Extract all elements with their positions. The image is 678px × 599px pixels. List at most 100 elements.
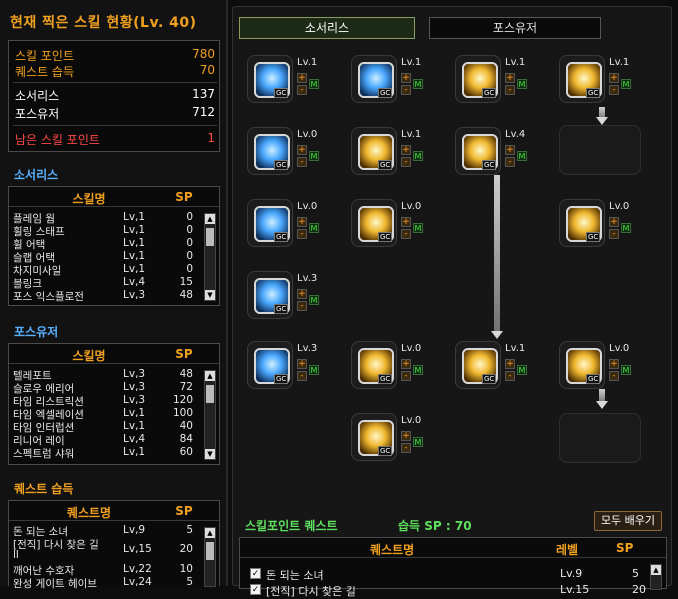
plus-button[interactable]: + [505,73,515,83]
minus-button[interactable]: - [505,371,515,381]
plus-button[interactable]: + [505,359,515,369]
minus-button[interactable]: - [505,157,515,167]
minus-button[interactable]: - [401,157,411,167]
list-header: 퀘스트명 SP [9,501,219,521]
sorceress-skill-list: 스킬명 SP 플레임 웜 Lv,1 0 휠링 스태프 Lv,1 0 휠 어택 Lv,1 0 … [8,186,220,306]
list-item: 플레임 웜 Lv,1 0 [13,211,193,225]
scrollbar[interactable]: ▲ [204,527,216,587]
stat-value: 780 [192,47,215,61]
master-button[interactable]: M [517,365,527,375]
minus-button[interactable]: - [609,229,619,239]
skill-node: GC Lv.0 + - M [247,127,335,177]
plus-button[interactable]: + [505,145,515,155]
plus-button[interactable]: + [297,217,307,227]
list-item: 슬로우 에리어 Lv,3 72 [13,381,193,395]
table-row: ✓ [전직] 다시 찾은 길 Lv.15 20 [240,582,666,598]
plus-button[interactable]: + [609,73,619,83]
plus-button[interactable]: + [297,73,307,83]
list-item: 돈 되는 소녀 Lv,9 5 [13,524,193,538]
col-skill-name: 스킬명 [72,349,106,363]
plus-button[interactable]: + [609,359,619,369]
skill-node: GC Lv.0 + - M [351,199,439,249]
plus-button[interactable]: + [297,289,307,299]
master-button[interactable]: M [309,223,319,233]
stat-label: 소서리스 [15,89,60,103]
plus-button[interactable]: + [609,217,619,227]
arrow-down-icon [596,117,608,125]
scrollbar[interactable]: ▲ ▼ [204,213,216,301]
table-header: 퀘스트명 레벨 SP [240,538,666,558]
col-quest-name: 퀘스트명 [370,543,415,557]
quest-checkbox[interactable]: ✓ [250,568,261,579]
scroll-thumb[interactable] [206,385,214,403]
scrollbar[interactable]: ▲ ▼ [204,370,216,460]
minus-button[interactable]: - [297,301,307,311]
master-button[interactable]: M [309,295,319,305]
minus-button[interactable]: - [505,85,515,95]
master-button[interactable]: M [621,79,631,89]
master-button[interactable]: M [413,437,423,447]
master-button[interactable]: M [413,365,423,375]
scroll-down-icon[interactable]: ▼ [205,290,215,300]
master-button[interactable]: M [309,79,319,89]
stat-label: 남은 스킬 포인트 [15,133,100,147]
plus-button[interactable]: + [401,145,411,155]
gc-badge: GC [274,160,289,170]
skill-level: Lv.0 [609,201,630,212]
skill-node: GC Lv.0 + - M [351,413,439,463]
stat-value: 712 [192,105,215,119]
minus-button[interactable]: - [297,229,307,239]
master-button[interactable]: M [413,151,423,161]
scroll-up-icon[interactable]: ▲ [205,371,215,381]
minus-button[interactable]: - [401,85,411,95]
scroll-up-icon[interactable]: ▲ [205,214,215,224]
master-button[interactable]: M [309,365,319,375]
minus-button[interactable]: - [609,371,619,381]
master-button[interactable]: M [413,79,423,89]
skill-node: GC Lv.0 + - M [559,341,647,391]
gc-badge: GC [482,374,497,384]
plus-button[interactable]: + [401,431,411,441]
scroll-thumb[interactable] [206,228,214,246]
master-button[interactable]: M [309,151,319,161]
minus-button[interactable]: - [609,85,619,95]
minus-button[interactable]: - [297,85,307,95]
minus-button[interactable]: - [401,229,411,239]
scroll-thumb[interactable] [206,542,214,560]
divider [13,82,217,83]
list-item: 포스 익스플로전 Lv,3 48 [13,289,193,303]
tab-force-user[interactable]: 포스유저 [429,17,601,39]
list-item: 깨어난 수호자 Lv,22 10 [13,563,193,577]
learn-all-button[interactable]: 모두 배우기 [594,511,662,531]
quest-name: 돈 되는 소녀 [266,569,324,582]
plus-button[interactable]: + [401,217,411,227]
col-quest-name: 퀘스트명 [66,506,112,520]
scroll-up-icon[interactable]: ▲ [205,528,215,538]
plus-button[interactable]: + [297,359,307,369]
plus-button[interactable]: + [401,359,411,369]
scroll-up-icon[interactable]: ▲ [651,565,661,575]
minus-button[interactable]: - [401,443,411,453]
minus-button[interactable]: - [297,371,307,381]
quest-level: Lv.9 [560,567,583,580]
minus-button[interactable]: - [297,157,307,167]
plus-button[interactable]: + [401,73,411,83]
list-item: 스펙트럼 샤워 Lv,1 60 [13,446,193,460]
master-button[interactable]: M [621,223,631,233]
scrollbar[interactable]: ▲ [650,564,662,590]
skill-slot: GC [351,55,397,103]
scroll-down-icon[interactable]: ▼ [205,449,215,459]
master-button[interactable]: M [517,79,527,89]
skill-level: Lv.3 [297,273,318,284]
col-skill-name: 스킬명 [72,192,106,206]
master-button[interactable]: M [517,151,527,161]
gc-badge: GC [378,446,393,456]
skill-node: GC Lv.0 + - M [559,199,647,249]
minus-button[interactable]: - [401,371,411,381]
skill-slot: GC [351,341,397,389]
master-button[interactable]: M [621,365,631,375]
plus-button[interactable]: + [297,145,307,155]
master-button[interactable]: M [413,223,423,233]
skill-slot: GC [247,127,293,175]
tab-sorceress[interactable]: 소서리스 [239,17,415,39]
